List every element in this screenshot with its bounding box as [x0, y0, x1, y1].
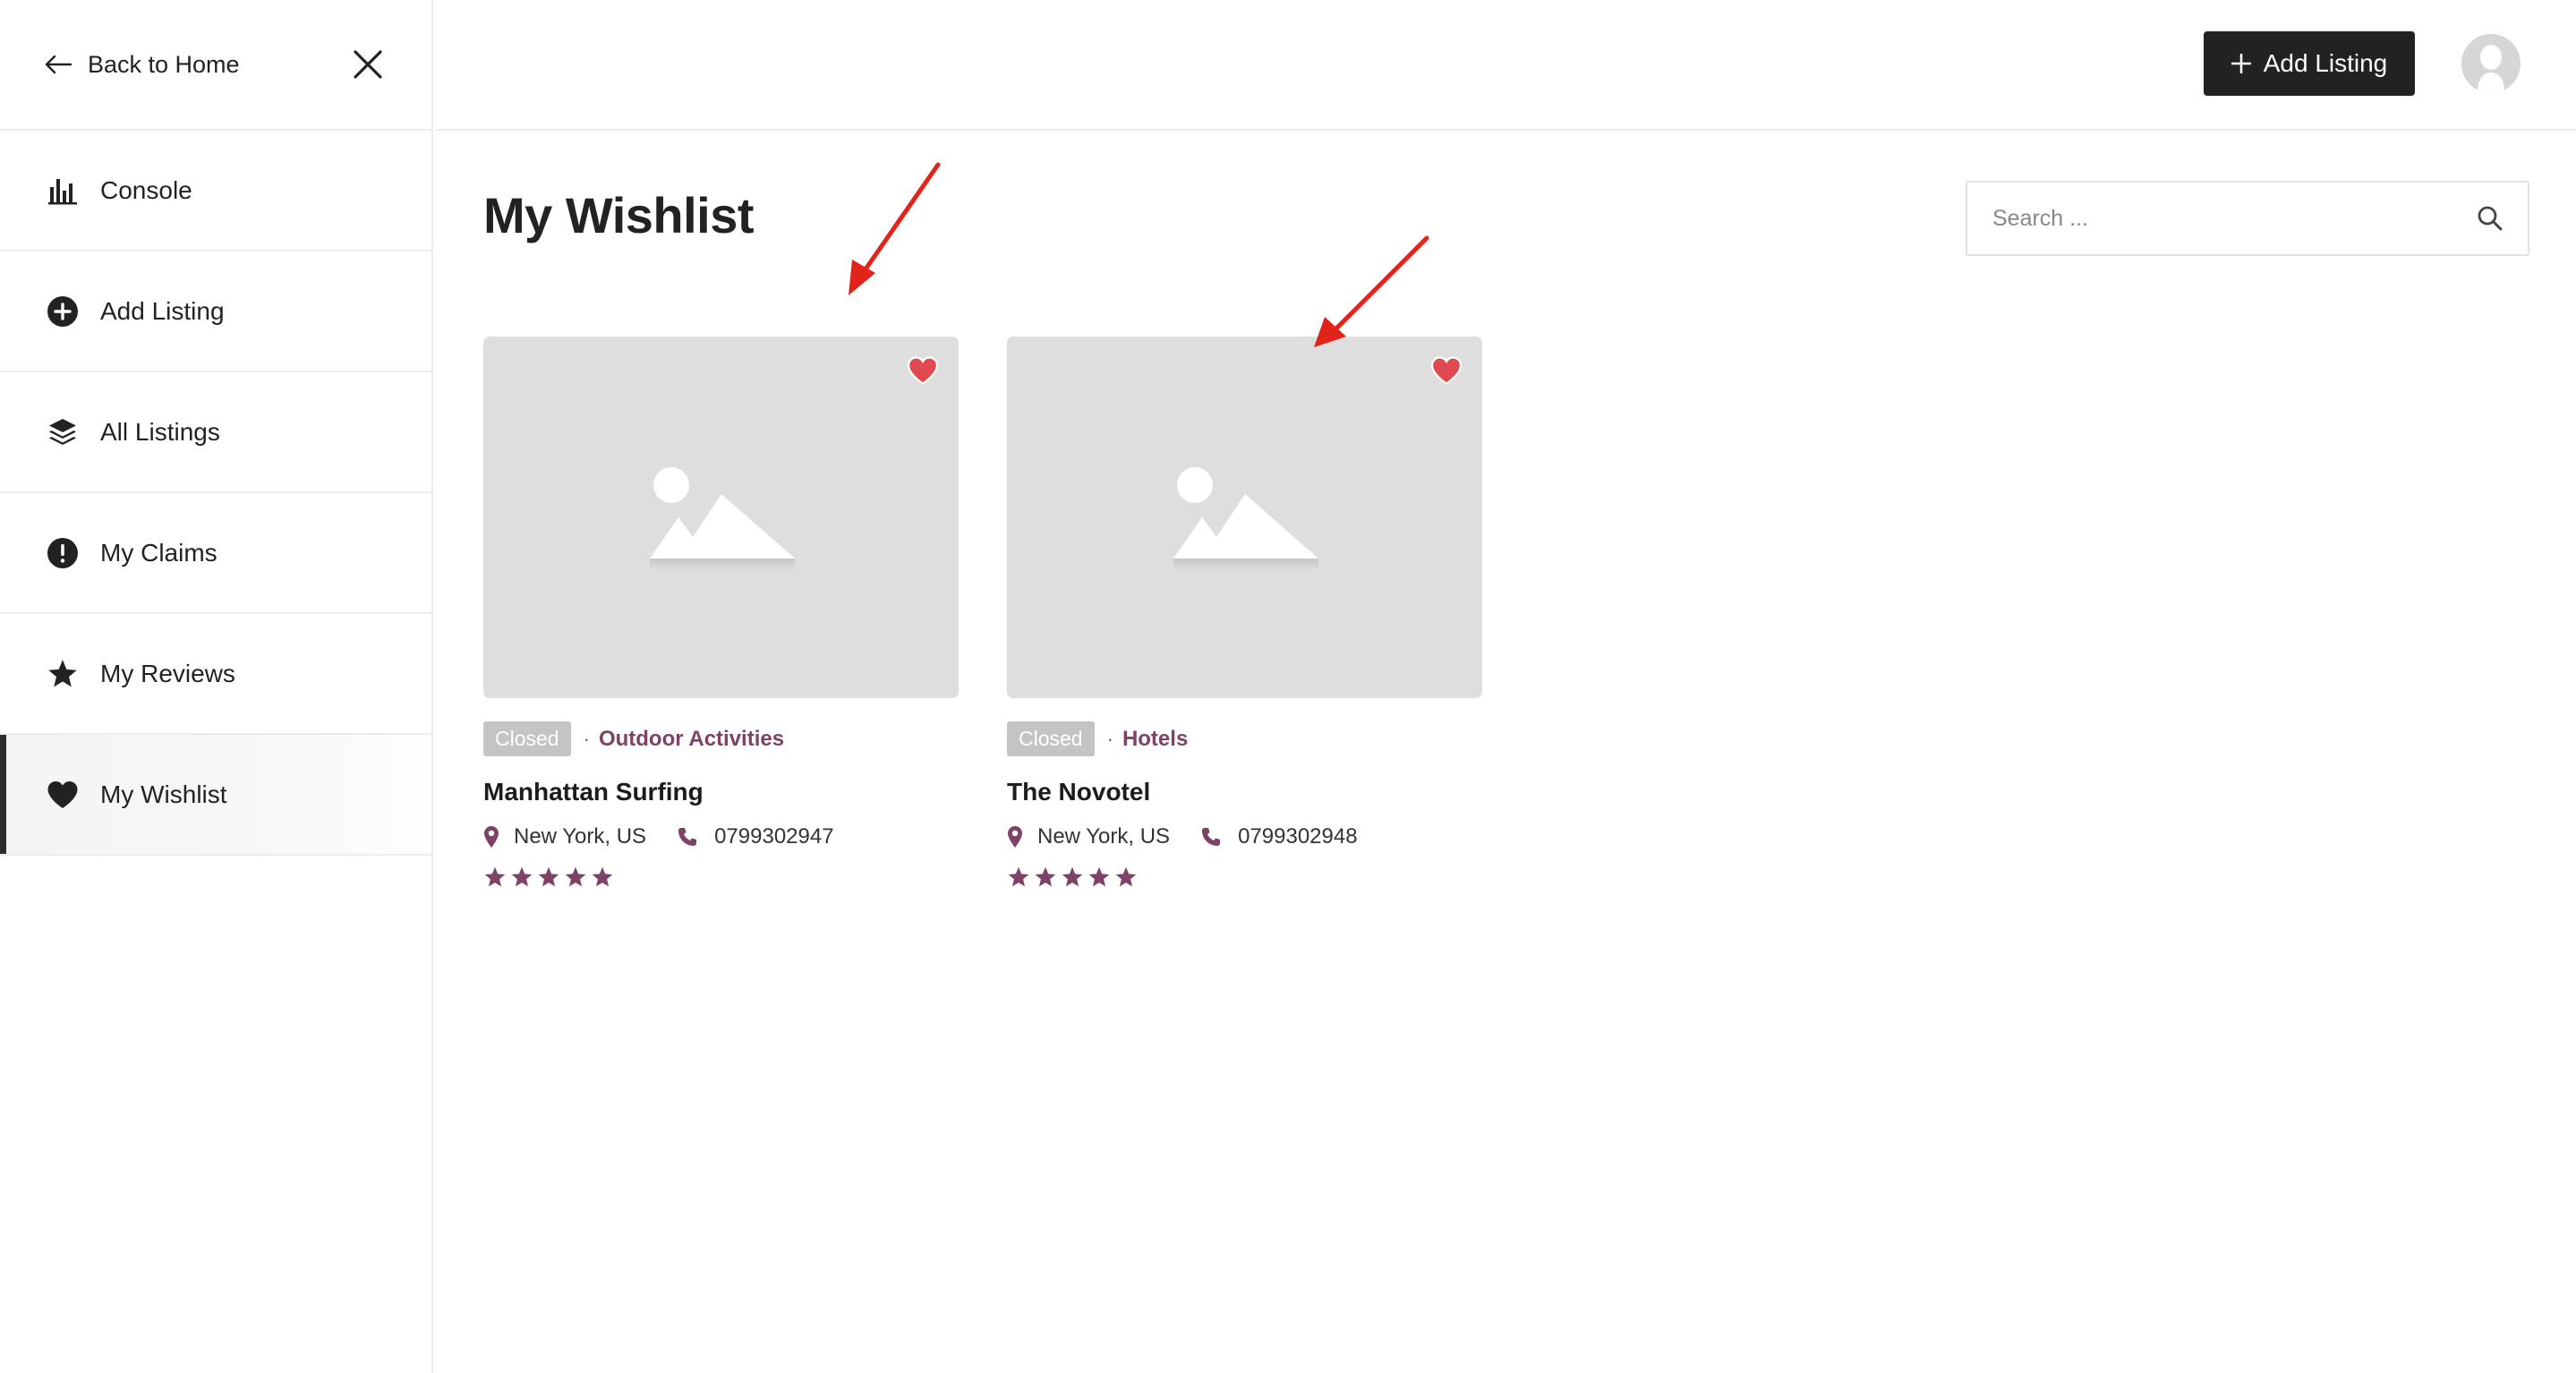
status-badge: Closed [1007, 721, 1095, 756]
sidebar-item-label: Add Listing [100, 296, 225, 325]
favorite-heart-button[interactable] [1430, 356, 1463, 389]
star-icon [511, 866, 533, 887]
exclamation-circle-icon [47, 537, 79, 569]
phone-text: 0799302948 [1238, 824, 1358, 849]
search-button[interactable] [2452, 183, 2528, 254]
sidebar-item-label: My Claims [100, 538, 218, 567]
sidebar-item-add-listing[interactable]: Add Listing [0, 252, 431, 372]
image-placeholder-icon [1173, 467, 1318, 571]
listing-image[interactable] [1007, 337, 1482, 698]
phone-text: 0799302947 [714, 824, 834, 849]
search-icon [2478, 206, 2503, 231]
listing-image[interactable] [483, 337, 959, 698]
search-input[interactable] [1967, 183, 2452, 254]
location-text: New York, US [1037, 824, 1171, 849]
sidebar: Back to Home Console Add Listing All Lis… [0, 0, 433, 1373]
star-icon [565, 866, 586, 887]
close-icon [354, 50, 382, 79]
listing-phone[interactable]: 0799302947 [677, 824, 834, 849]
listing-card: Closed · Hotels The Novotel New York, US… [1007, 337, 1482, 889]
listing-card: Closed · Outdoor Activities Manhattan Su… [483, 337, 959, 889]
close-sidebar-button[interactable] [353, 49, 383, 80]
listing-info: New York, US 0799302947 [483, 824, 959, 849]
separator-dot: · [1106, 727, 1113, 750]
annotation-arrow-2 [1314, 235, 1429, 347]
location-pin-icon [1008, 826, 1022, 848]
star-icon [592, 866, 613, 887]
favorite-heart-button[interactable] [907, 356, 939, 389]
separator-dot: · [583, 727, 590, 750]
page-title: My Wishlist [483, 187, 755, 243]
back-to-home-link[interactable]: Back to Home [45, 51, 240, 79]
category-link[interactable]: Hotels [1122, 727, 1188, 752]
sidebar-item-label: My Reviews [100, 659, 235, 687]
star-icon [1115, 866, 1137, 887]
star-icon [1088, 866, 1110, 887]
listing-meta: Closed · Outdoor Activities [483, 721, 959, 756]
sidebar-nav: Console Add Listing All Listings My Clai… [0, 131, 431, 856]
sidebar-item-my-claims[interactable]: My Claims [0, 493, 431, 614]
rating-stars [1007, 866, 1482, 889]
layers-icon [47, 416, 79, 448]
back-to-home-label: Back to Home [88, 50, 240, 78]
search-box [1966, 181, 2529, 256]
listing-location: New York, US [1007, 824, 1170, 849]
sidebar-item-my-reviews[interactable]: My Reviews [0, 614, 431, 735]
phone-icon [1202, 828, 1221, 846]
sidebar-item-console[interactable]: Console [0, 131, 431, 252]
image-placeholder-icon [650, 467, 795, 571]
sidebar-header: Back to Home [0, 0, 431, 131]
star-icon [484, 866, 506, 887]
arrow-left-icon [45, 55, 72, 74]
add-listing-label: Add Listing [2263, 49, 2388, 77]
heart-icon [47, 779, 79, 811]
star-icon [1008, 866, 1029, 887]
star-icon [47, 658, 79, 690]
listing-title[interactable]: Manhattan Surfing [483, 778, 959, 806]
star-icon [538, 866, 559, 887]
plus-circle-icon [47, 295, 79, 328]
listing-meta: Closed · Hotels [1007, 721, 1482, 756]
star-icon [1035, 866, 1056, 887]
sidebar-item-label: My Wishlist [100, 780, 227, 808]
heart-icon [1430, 356, 1463, 385]
listing-phone[interactable]: 0799302948 [1200, 824, 1358, 849]
annotation-arrow-1 [849, 162, 941, 295]
rating-stars [483, 866, 959, 889]
phone-icon [678, 828, 697, 846]
listing-location: New York, US [483, 824, 646, 849]
user-avatar[interactable] [2461, 34, 2521, 93]
sidebar-item-my-wishlist[interactable]: My Wishlist [0, 735, 431, 856]
plus-icon [2231, 54, 2251, 73]
user-silhouette-icon [2461, 34, 2521, 93]
star-icon [1062, 866, 1083, 887]
heart-icon [907, 356, 939, 385]
location-pin-icon [484, 826, 499, 848]
location-text: New York, US [514, 824, 647, 849]
sidebar-item-all-listings[interactable]: All Listings [0, 372, 431, 493]
listing-title[interactable]: The Novotel [1007, 778, 1482, 806]
sidebar-item-label: All Listings [100, 417, 220, 446]
sidebar-item-label: Console [100, 175, 192, 204]
category-link[interactable]: Outdoor Activities [599, 727, 784, 752]
status-badge: Closed [483, 721, 571, 756]
add-listing-button[interactable]: Add Listing [2204, 31, 2415, 96]
listing-info: New York, US 0799302948 [1007, 824, 1482, 849]
bar-chart-icon [47, 175, 79, 207]
